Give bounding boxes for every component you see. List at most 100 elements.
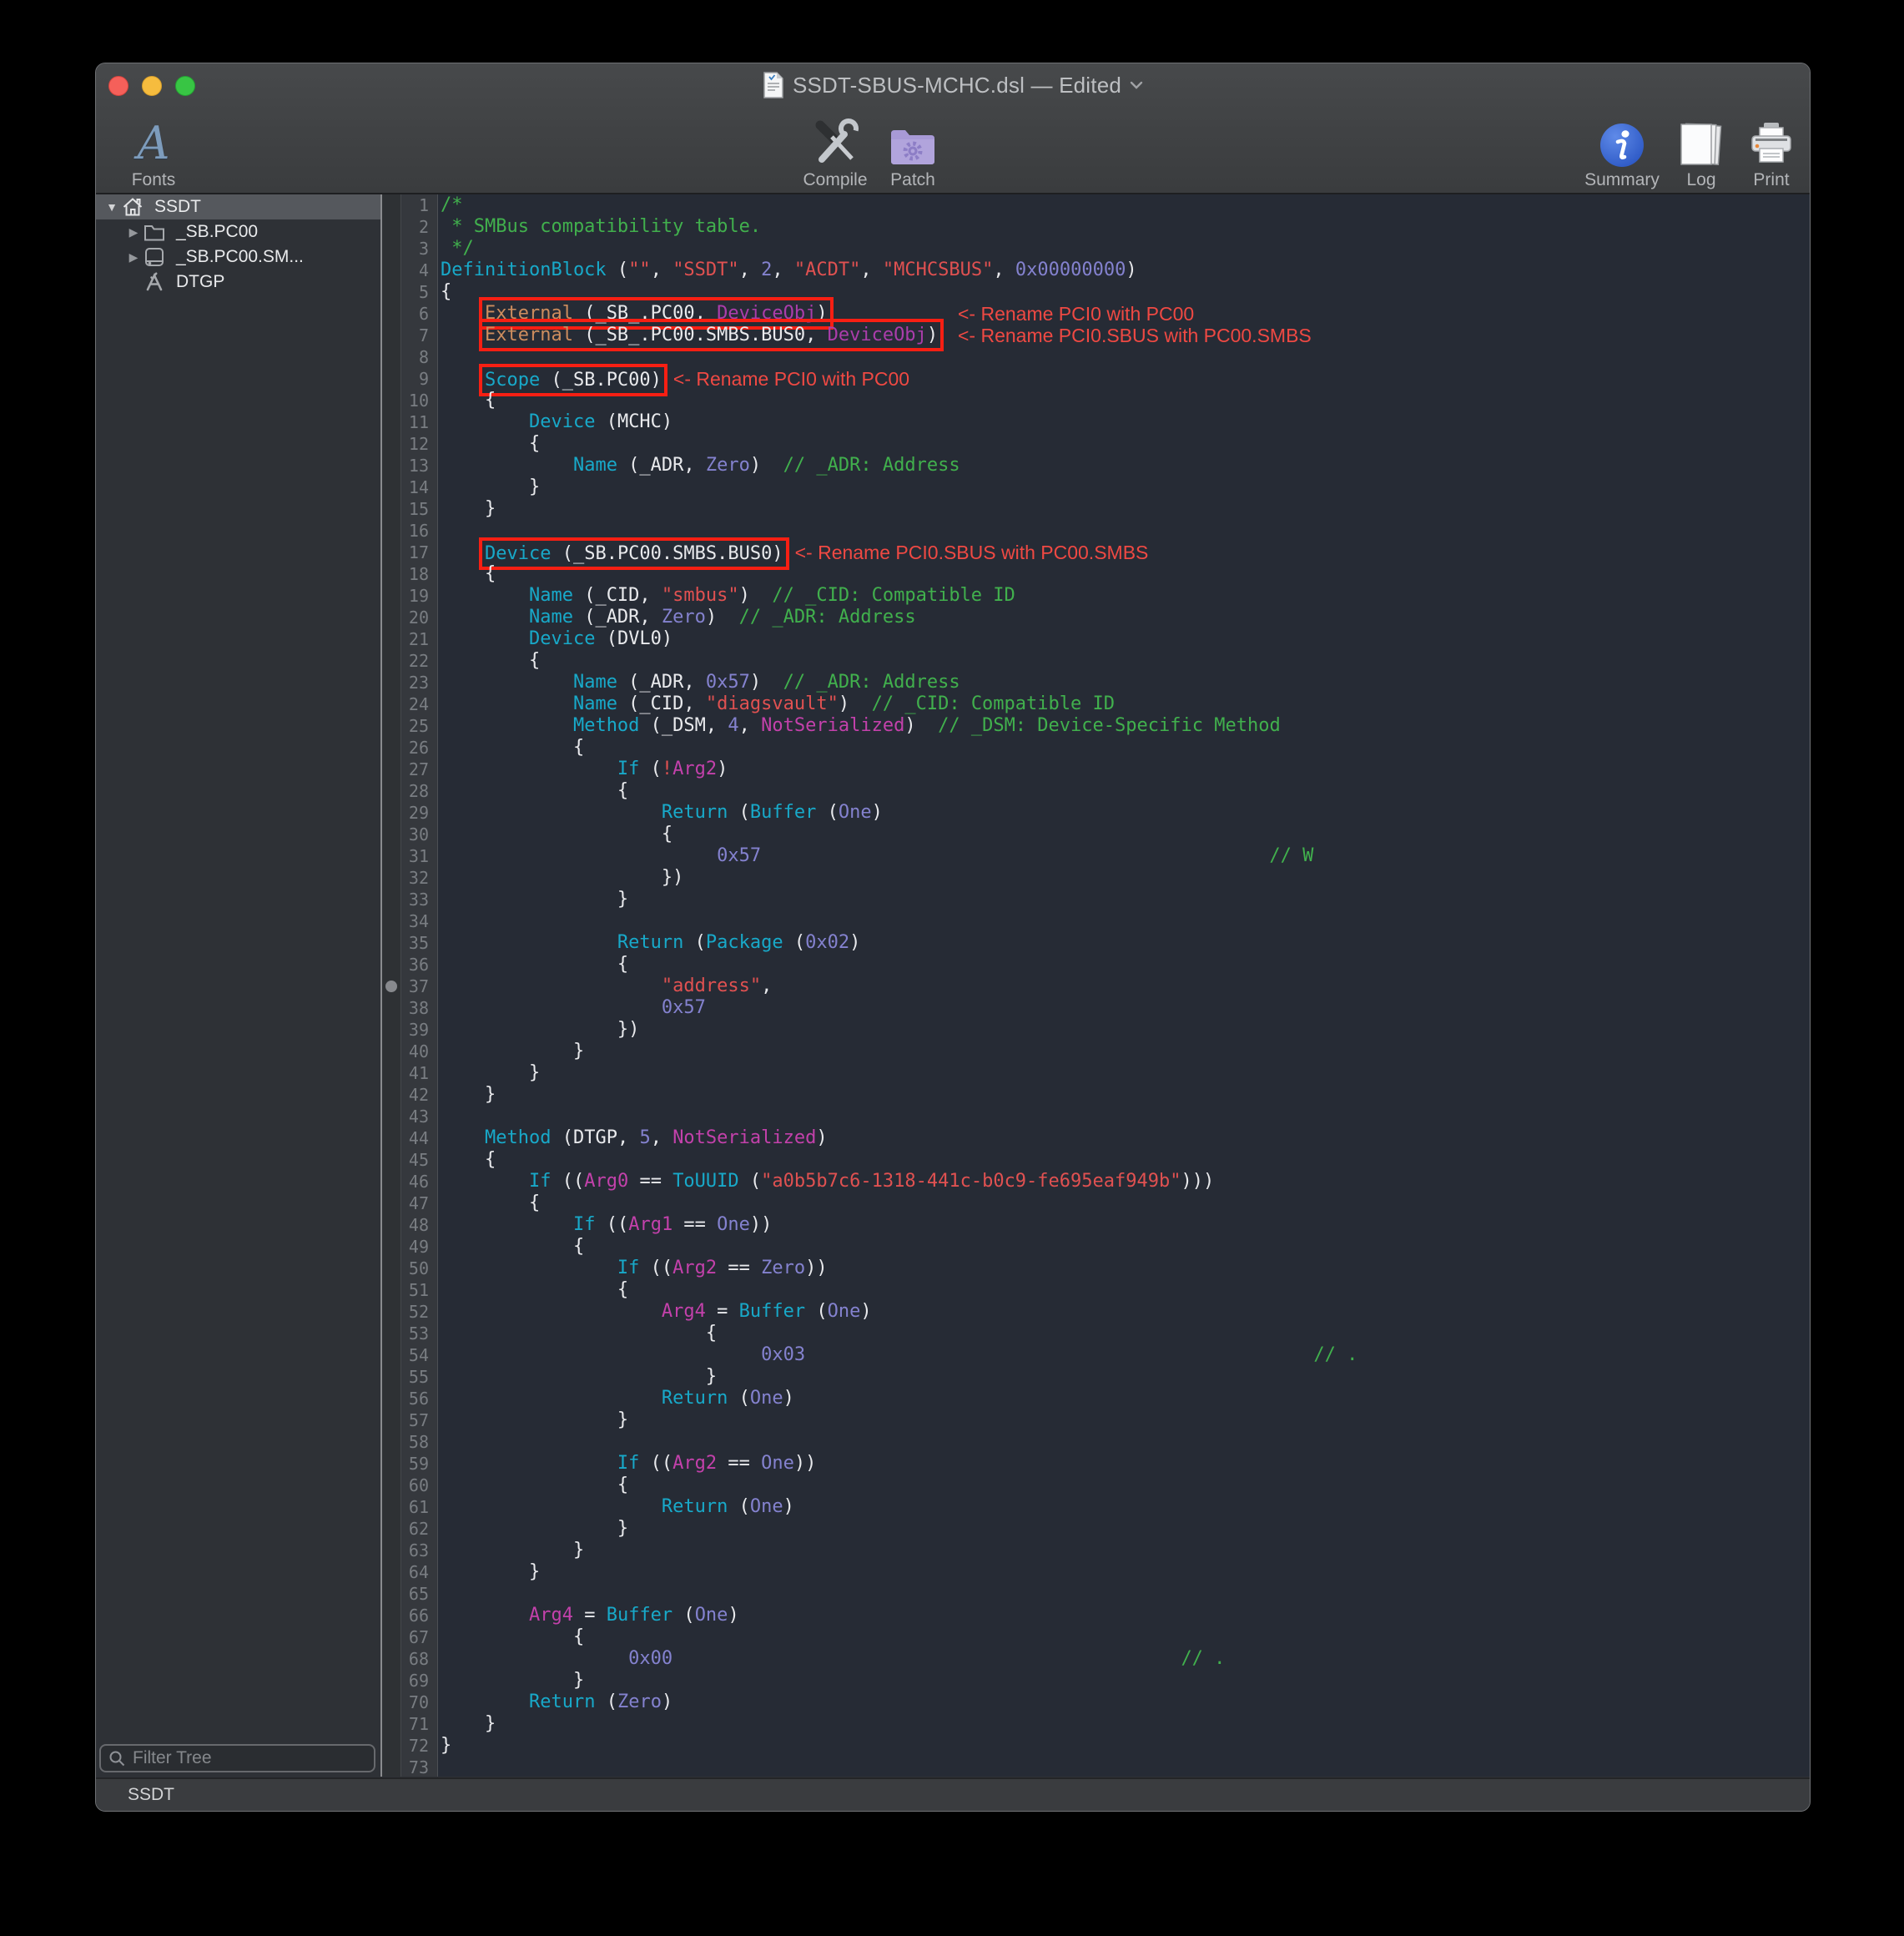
code-line: 21 Device (DVL0) — [382, 628, 1810, 650]
code-text: } — [437, 1561, 540, 1583]
code-text: { — [437, 1626, 584, 1648]
line-number: 5 — [382, 281, 437, 303]
log-button[interactable]: Log — [1664, 112, 1739, 190]
code-text: External (_SB_.PC00, DeviceObj)<- Rename… — [437, 303, 828, 325]
code-token: * SMBus compatibility table. — [441, 216, 761, 237]
code-text: } — [437, 1670, 584, 1691]
summary-button[interactable]: Summary — [1572, 112, 1672, 190]
code-token: 0x57 — [706, 672, 750, 693]
code-text: Return (Zero) — [437, 1691, 672, 1713]
code-line: 47 { — [382, 1192, 1810, 1214]
code-token: One — [828, 1301, 861, 1322]
code-line: 69 } — [382, 1670, 1810, 1691]
line-number: 58 — [382, 1431, 437, 1453]
code-text: { — [437, 563, 496, 585]
content-area: ▼ SSDT ▶ _SB.PC00 — [96, 194, 1810, 1777]
line-number: 39 — [382, 1019, 437, 1041]
line-number: 64 — [382, 1561, 437, 1583]
code-token: , — [739, 715, 762, 736]
line-number: 14 — [382, 476, 437, 498]
code-token: One — [717, 1214, 750, 1235]
tree-item-ssdt[interactable]: ▼ SSDT — [96, 194, 380, 219]
tree-item-sb-pc00[interactable]: ▶ _SB.PC00 — [96, 219, 380, 245]
code-token — [441, 1127, 485, 1148]
code-token: ) — [816, 303, 827, 324]
titlebar: SSDT-SBUS-MCHC.dsl — Edited — [96, 63, 1810, 107]
code-token — [441, 455, 573, 476]
code-line: 1/* — [382, 194, 1810, 216]
line-number: 35 — [382, 932, 437, 954]
code-text: } — [437, 1409, 628, 1431]
line-number: 8 — [382, 346, 437, 368]
code-text: If ((Arg0 == ToUUID ("a0b5b7c6-1318-441c… — [437, 1171, 1214, 1192]
code-token: // _ADR: Address — [783, 672, 960, 693]
patch-button[interactable]: Patch — [871, 112, 955, 190]
code-token: Name — [529, 585, 573, 606]
code-text: } — [437, 498, 496, 520]
code-token: // _CID: Compatible ID — [872, 693, 1115, 714]
code-token: // . — [1181, 1648, 1225, 1669]
code-text: { — [437, 1149, 496, 1171]
code-token: } — [441, 1540, 584, 1560]
code-token — [441, 759, 617, 779]
code-token: ) — [860, 1301, 871, 1322]
status-text: SSDT — [128, 1785, 174, 1805]
code-line: 60 { — [382, 1475, 1810, 1496]
code-line: 50 If ((Arg2 == Zero)) — [382, 1258, 1810, 1279]
disclosure-open-icon[interactable]: ▼ — [103, 200, 121, 214]
code-token: If — [617, 1453, 640, 1474]
code-token: "ACDT" — [794, 260, 860, 280]
line-number: 22 — [382, 650, 437, 672]
line-number: 48 — [382, 1214, 437, 1236]
disclosure-closed-icon[interactable]: ▶ — [124, 225, 143, 239]
line-number: 16 — [382, 520, 437, 542]
code-token — [761, 845, 1269, 866]
code-token: = — [573, 1605, 607, 1626]
code-token: Zero — [662, 607, 706, 628]
code-text: If ((Arg2 == Zero)) — [437, 1258, 828, 1279]
line-number: 32 — [382, 867, 437, 889]
print-button[interactable]: Print — [1734, 112, 1809, 190]
code-editor[interactable]: 1/*2 * SMBus compatibility table.3 */4De… — [382, 194, 1810, 1777]
code-text: { — [437, 1192, 540, 1214]
disclosure-closed-icon[interactable]: ▶ — [124, 250, 143, 265]
code-token: // W — [1269, 845, 1313, 866]
code-token: (( — [639, 1453, 672, 1474]
code-text: Name (_CID, "diagsvault") // _CID: Compa… — [437, 693, 1115, 715]
code-line: 46 If ((Arg0 == ToUUID ("a0b5b7c6-1318-4… — [382, 1171, 1810, 1192]
filter-tree-input[interactable] — [99, 1744, 375, 1772]
code-token: { — [441, 1192, 540, 1213]
code-token: } — [441, 498, 496, 519]
code-token — [441, 693, 573, 714]
code-line: 10 { — [382, 390, 1810, 411]
code-token: ) — [816, 1127, 827, 1148]
code-token: "smbus" — [662, 585, 739, 606]
line-number: 19 — [382, 585, 437, 607]
code-line: 61 Return (One) — [382, 1496, 1810, 1518]
code-token — [441, 543, 485, 564]
folder-icon — [143, 221, 166, 243]
search-icon — [108, 1750, 126, 1767]
code-token: (_CID, — [573, 585, 662, 606]
compile-button[interactable]: Compile — [785, 112, 885, 190]
code-token: { — [441, 1475, 628, 1495]
code-line: 54 0x03 // . — [382, 1344, 1810, 1366]
tree-item-dtgp[interactable]: ▶ DTGP — [96, 270, 380, 295]
chevron-down-icon[interactable] — [1130, 81, 1143, 90]
code-token: Return — [617, 932, 683, 953]
code-token: Arg2 — [672, 1453, 717, 1474]
fonts-button[interactable]: A Fonts — [108, 112, 199, 190]
code-text: 0x03 // . — [437, 1344, 1357, 1366]
line-number: 7 — [382, 325, 437, 346]
tree-item-sb-pc00-smbs[interactable]: ▶ _SB.PC00.SM... — [96, 245, 380, 270]
tree-item-label: DTGP — [176, 272, 224, 292]
print-icon — [1747, 114, 1796, 168]
code-text: } — [437, 1366, 717, 1388]
code-text: If ((Arg1 == One)) — [437, 1214, 772, 1236]
code-token: Name — [529, 607, 573, 628]
code-line: 64 } — [382, 1561, 1810, 1583]
code-token: ) — [839, 693, 872, 714]
code-token: Buffer — [739, 1301, 805, 1322]
code-token: One — [839, 802, 872, 823]
code-text: If ((Arg2 == One)) — [437, 1453, 816, 1475]
